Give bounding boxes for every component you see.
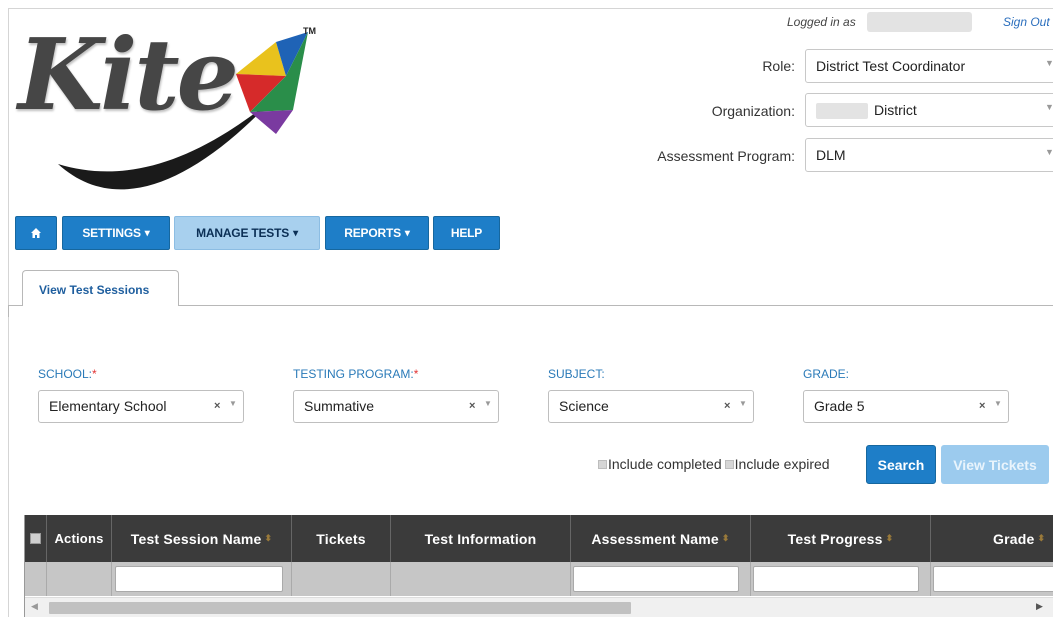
chevron-down-icon: ▼: [994, 399, 1002, 408]
clear-icon[interactable]: ×: [979, 400, 985, 412]
grade-filter-input[interactable]: [933, 566, 1053, 592]
filter-cell: [751, 562, 931, 596]
nav-settings[interactable]: SETTINGS ▾: [62, 216, 170, 250]
filter-cell: [931, 562, 1053, 596]
scroll-right-icon[interactable]: ▶: [1036, 601, 1043, 612]
grade-label: GRADE:: [803, 367, 850, 381]
clear-icon[interactable]: ×: [724, 400, 730, 412]
chevron-down-icon: ▼: [229, 399, 237, 408]
chevron-down-icon: ▼: [1045, 102, 1053, 112]
testing-program-label: TESTING PROGRAM:*: [293, 367, 419, 381]
nav-reports-label: REPORTS: [344, 226, 401, 240]
include-completed-label: Include completed: [608, 456, 722, 472]
table-header: Actions Test Session Name ⬍ Tickets Test …: [25, 515, 1053, 562]
sort-icon: ⬍: [1037, 533, 1046, 543]
testing-program-value: Summative: [304, 398, 375, 414]
horizontal-scrollbar[interactable]: ◀ ▶: [25, 597, 1053, 617]
include-expired-checkbox[interactable]: [724, 459, 734, 469]
scrollbar-thumb[interactable]: [49, 602, 631, 614]
caret-down-icon: ▾: [404, 227, 410, 239]
sort-icon: ⬍: [721, 533, 730, 543]
organization-select[interactable]: District ▼: [805, 93, 1053, 127]
clear-icon[interactable]: ×: [469, 400, 475, 412]
select-all-checkbox[interactable]: [30, 533, 41, 544]
organization-label: Organization:: [711, 103, 795, 119]
assessment-program-value: DLM: [816, 147, 846, 163]
home-button[interactable]: [15, 216, 57, 250]
column-header-actions[interactable]: Actions: [47, 515, 112, 562]
filter-cell: [112, 562, 292, 596]
include-completed-checkbox[interactable]: [598, 459, 607, 469]
chevron-down-icon: ▼: [1045, 58, 1053, 68]
filter-cell: [25, 562, 47, 596]
role-select[interactable]: District Test Coordinator ▼: [805, 49, 1053, 83]
column-header-test-session-name[interactable]: Test Session Name ⬍: [112, 515, 292, 562]
logo-wordmark: Kite: [18, 18, 239, 133]
column-header-assessment-name[interactable]: Assessment Name ⬍: [571, 515, 751, 562]
search-button[interactable]: Search: [866, 445, 936, 484]
table-filter-row: [25, 562, 1053, 596]
nav-help-label: HELP: [450, 226, 483, 240]
subject-value: Science: [559, 398, 609, 414]
chevron-down-icon: ▼: [484, 399, 492, 408]
org-name-redacted: [816, 103, 868, 120]
assessment-name-filter-input[interactable]: [573, 566, 739, 592]
organization-value: District: [874, 102, 917, 118]
home-icon: [31, 228, 41, 238]
trademark: TM: [303, 26, 316, 36]
column-header-tickets[interactable]: Tickets: [292, 515, 391, 562]
assessment-program-label: Assessment Program:: [657, 148, 795, 164]
tab-view-test-sessions[interactable]: View Test Sessions: [22, 270, 179, 306]
filter-cell: [571, 562, 751, 596]
chevron-down-icon: ▼: [739, 399, 747, 408]
subject-label: SUBJECT:: [548, 367, 605, 381]
nav-manage-tests[interactable]: MANAGE TESTS ▾: [174, 216, 320, 250]
caret-down-icon: ▾: [144, 227, 150, 239]
select-all-header: [25, 515, 47, 562]
sort-icon: ⬍: [264, 533, 273, 543]
tab-strip-edge: [8, 305, 9, 317]
column-header-test-information[interactable]: Test Information: [391, 515, 571, 562]
sign-out-link[interactable]: Sign Out: [1003, 15, 1050, 29]
testing-program-select[interactable]: Summative × ▼: [293, 390, 499, 423]
test-sessions-table: Actions Test Session Name ⬍ Tickets Test …: [24, 515, 1053, 617]
assessment-program-select[interactable]: DLM ▼: [805, 138, 1053, 172]
column-header-grade[interactable]: Grade ⬍: [931, 515, 1053, 562]
filter-cell: [292, 562, 391, 596]
school-select[interactable]: Elementary School × ▼: [38, 390, 244, 423]
include-options: Include completed Include expired: [598, 456, 830, 472]
tab-label: View Test Sessions: [39, 283, 150, 297]
subject-select[interactable]: Science × ▼: [548, 390, 754, 423]
school-value: Elementary School: [49, 398, 167, 414]
sort-icon: ⬍: [885, 533, 894, 543]
nav-settings-label: SETTINGS: [82, 226, 141, 240]
kite-logo: Kite TM: [18, 14, 328, 204]
clear-icon[interactable]: ×: [214, 400, 220, 412]
column-header-test-progress[interactable]: Test Progress ⬍: [751, 515, 931, 562]
filter-cell: [47, 562, 112, 596]
filter-cell: [391, 562, 571, 596]
caret-down-icon: ▾: [293, 227, 298, 239]
nav-reports[interactable]: REPORTS ▾: [325, 216, 429, 250]
test-session-name-filter-input[interactable]: [115, 566, 283, 592]
role-label: Role:: [762, 58, 795, 74]
school-label: SCHOOL:*: [38, 367, 97, 381]
test-progress-filter-input[interactable]: [753, 566, 919, 592]
scroll-left-icon[interactable]: ◀: [31, 601, 38, 612]
role-value: District Test Coordinator: [816, 58, 966, 74]
chevron-down-icon: ▼: [1045, 147, 1053, 157]
nav-manage-tests-label: MANAGE TESTS: [196, 226, 290, 240]
user-name-redacted: [867, 12, 972, 32]
grade-value: Grade 5: [814, 398, 865, 414]
include-expired-label: Include expired: [734, 456, 830, 472]
nav-help[interactable]: HELP: [433, 216, 500, 250]
kite-purple: [250, 110, 293, 134]
view-tickets-button[interactable]: View Tickets: [941, 445, 1049, 484]
page: Kite TM Logged in as Sign Out Role: Dist…: [0, 0, 1053, 617]
logged-in-label: Logged in as: [787, 15, 856, 29]
grade-select[interactable]: Grade 5 × ▼: [803, 390, 1009, 423]
